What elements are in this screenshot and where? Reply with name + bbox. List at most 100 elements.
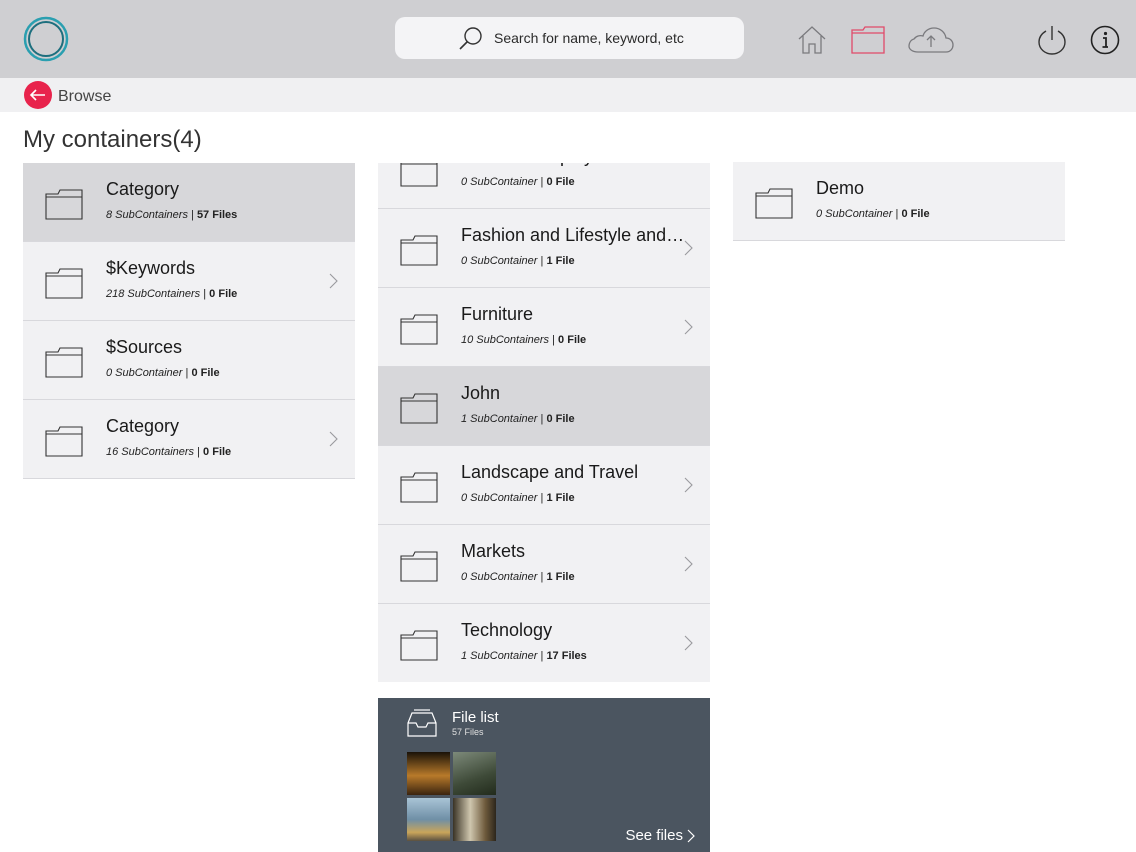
container-column-3: Demo 0 SubContainer | 0 File: [733, 162, 1065, 242]
container-row[interactable]: Category 8 SubContainers | 57 Files: [23, 163, 355, 242]
folder-icon: [45, 189, 83, 220]
file-count: 0 File: [901, 208, 930, 220]
thumbnail-2[interactable]: [453, 752, 496, 795]
container-meta: 0 SubContainer | 1 File: [461, 492, 575, 504]
container-name: Landscape and Travel: [461, 462, 639, 482]
container-meta: 218 SubContainers | 0 File: [106, 288, 238, 300]
file-count: 1 File: [546, 571, 575, 583]
subcontainer-count: 0 SubContainer: [816, 208, 893, 220]
folder-icon: [45, 268, 83, 299]
chevron-right-icon: [684, 635, 693, 651]
home-icon[interactable]: [797, 25, 827, 55]
container-row[interactable]: Cumulus Deployment 0 SubContainer | 0 Fil…: [378, 163, 710, 209]
container-name: Technology: [461, 620, 553, 640]
folder-icon: [400, 393, 438, 424]
file-count: 1 File: [546, 255, 575, 267]
inbox-tray-icon: [407, 709, 437, 737]
page-title: My containers(4): [23, 126, 202, 153]
container-meta: 1 SubContainer | 17 Files: [461, 650, 587, 662]
file-count: 0 File: [558, 334, 587, 346]
container-name: Demo: [816, 178, 865, 198]
file-list-title: File list: [452, 709, 499, 726]
container-column-2: Cumulus Deployment 0 SubContainer | 0 Fil…: [378, 163, 710, 682]
container-name: Category: [106, 416, 180, 436]
file-count: 17 Files: [546, 650, 587, 662]
chevron-right-icon: [329, 273, 338, 289]
search-bar[interactable]: Search for name, keyword, etc: [395, 17, 744, 59]
breadcrumb-label[interactable]: Browse: [58, 88, 111, 106]
subcontainer-count: 0 SubContainer: [461, 255, 538, 267]
file-count: 0 File: [191, 367, 220, 379]
file-count: 1 File: [546, 492, 575, 504]
see-files-link[interactable]: See files: [625, 827, 695, 844]
chevron-right-icon: [684, 477, 693, 493]
container-row[interactable]: $Keywords 218 SubContainers | 0 File: [23, 242, 355, 321]
container-row[interactable]: Markets 0 SubContainer | 1 File: [378, 525, 710, 604]
folder-icon: [45, 347, 83, 378]
subcontainer-count: 0 SubContainer: [461, 492, 538, 504]
folder-icon: [400, 163, 438, 187]
container-name: Cumulus Deployment: [461, 163, 686, 167]
folder-icon: [400, 551, 438, 582]
info-icon[interactable]: [1090, 25, 1120, 55]
subcontainer-count: 16 SubContainers: [106, 446, 195, 458]
container-name: Furniture: [461, 304, 534, 324]
container-meta: 0 SubContainer | 0 File: [461, 176, 575, 188]
container-name: $Keywords: [106, 258, 196, 278]
folder-icon: [400, 472, 438, 503]
container-row[interactable]: Technology 1 SubContainer | 17 Files: [378, 604, 710, 682]
container-name: Markets: [461, 541, 526, 561]
folder-icon: [400, 235, 438, 266]
logo-icon[interactable]: [23, 16, 69, 62]
container-row[interactable]: Category 16 SubContainers | 0 File: [23, 400, 355, 479]
search-input[interactable]: Search for name, keyword, etc: [494, 30, 684, 46]
power-icon[interactable]: [1038, 25, 1066, 55]
container-row[interactable]: Landscape and Travel 0 SubContainer | 1 F…: [378, 446, 710, 525]
file-list-panel[interactable]: File list 57 Files See files: [378, 698, 710, 852]
file-count: 0 File: [546, 176, 575, 188]
chevron-right-icon: [684, 556, 693, 572]
breadcrumb: [0, 78, 1136, 112]
container-meta: 0 SubContainer | 1 File: [461, 255, 575, 267]
subcontainer-count: 0 SubContainer: [461, 571, 538, 583]
container-meta: 10 SubContainers | 0 File: [461, 334, 587, 346]
file-count: 0 File: [546, 413, 575, 425]
container-meta: 1 SubContainer | 0 File: [461, 413, 575, 425]
folder-icon[interactable]: [851, 26, 885, 54]
thumbnail-4[interactable]: [453, 798, 496, 841]
folder-icon: [45, 426, 83, 457]
container-row[interactable]: $Sources 0 SubContainer | 0 File: [23, 321, 355, 400]
container-meta: 16 SubContainers | 0 File: [106, 446, 232, 458]
folder-icon: [755, 188, 793, 219]
cloud-upload-icon[interactable]: [908, 26, 954, 54]
subcontainer-count: 0 SubContainer: [461, 176, 538, 188]
file-count: 57 Files: [196, 209, 238, 221]
subcontainer-count: 0 SubContainer: [106, 367, 183, 379]
chevron-right-icon: [687, 829, 695, 842]
container-row[interactable]: John 1 SubContainer | 0 File: [378, 367, 710, 446]
chevron-right-icon: [329, 431, 338, 447]
container-name: Fashion and Lifestyle and R...: [461, 225, 686, 245]
thumbnail-1[interactable]: [407, 752, 450, 795]
folder-icon: [400, 630, 438, 661]
subcontainer-count: 1 SubContainer: [461, 650, 538, 662]
container-meta: 0 SubContainer | 0 File: [816, 208, 930, 220]
container-name: Category: [106, 179, 180, 199]
container-row[interactable]: Furniture 10 SubContainers | 0 File: [378, 288, 710, 367]
file-count: 0 File: [209, 288, 238, 300]
see-files-label: See files: [625, 827, 683, 844]
subcontainer-count: 10 SubContainers: [461, 334, 550, 346]
container-row[interactable]: Demo 0 SubContainer | 0 File: [733, 162, 1065, 241]
file-thumbnails[interactable]: [407, 752, 496, 842]
container-meta: 8 SubContainers | 57 Files: [106, 209, 238, 221]
container-column-1: Category 8 SubContainers | 57 Files $Keywo…: [23, 163, 355, 479]
file-list-count: 57 Files: [452, 727, 484, 737]
container-name: John: [461, 383, 501, 403]
subcontainer-count: 8 SubContainers: [106, 209, 188, 221]
container-meta: 0 SubContainer | 1 File: [461, 571, 575, 583]
file-count: 0 File: [203, 446, 232, 458]
folder-icon: [400, 314, 438, 345]
thumbnail-3[interactable]: [407, 798, 450, 841]
back-button[interactable]: [24, 81, 52, 109]
container-row[interactable]: Fashion and Lifestyle and R... 0 SubConta…: [378, 209, 710, 288]
